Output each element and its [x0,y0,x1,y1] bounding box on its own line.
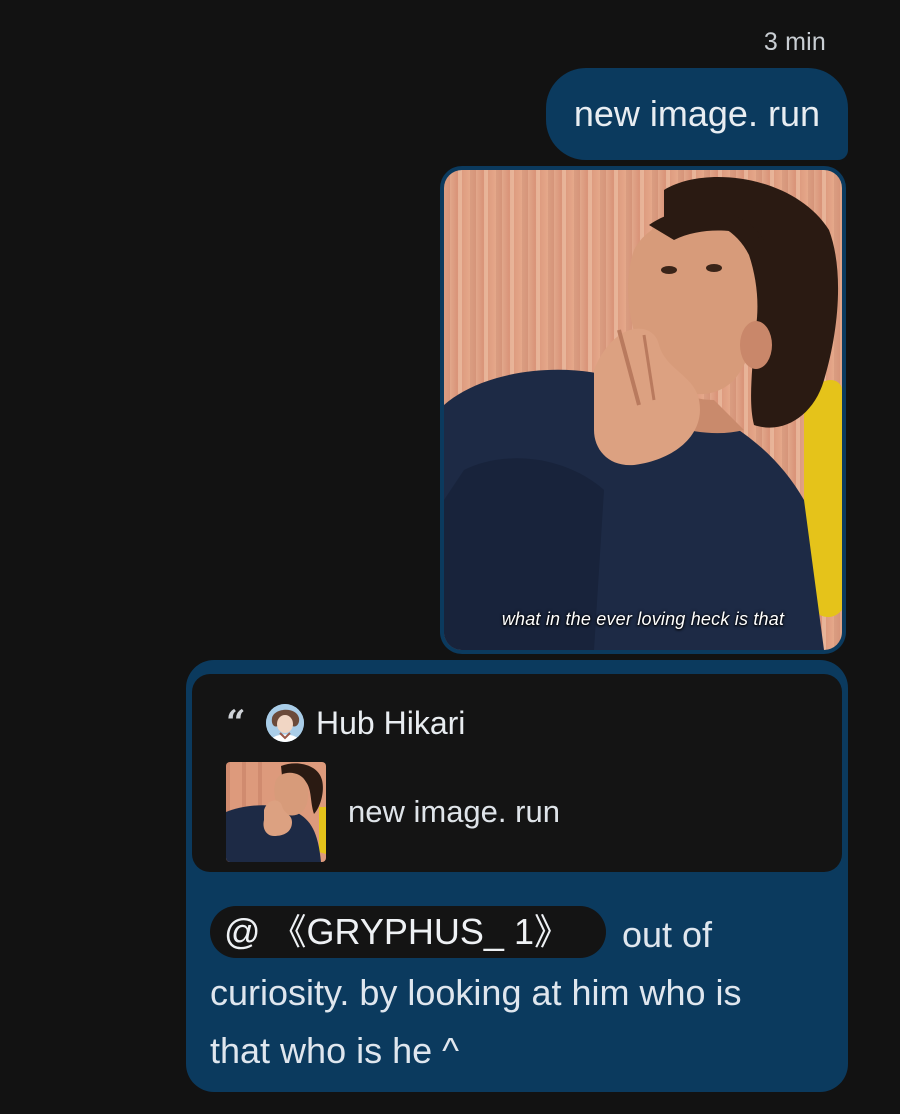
quoted-message-text: new image. run [348,794,560,829]
sent-image-bubble[interactable]: what in the ever loving heck is that [440,166,846,654]
reply-text-line-3: that who is he ^ [210,1030,460,1071]
meme-caption: what in the ever loving heck is that [501,609,785,629]
message-text: new image. run [573,93,820,134]
reply-message-bubble[interactable]: “ Hub Hikari new image. run @ 《GRYPHUS_ … [186,660,848,1092]
chat-thread: 3 min new image. run what in the ever lo… [0,0,900,1114]
quote-icon: “ [226,703,246,743]
quoted-image-thumbnail [226,762,326,862]
user-mention-chip[interactable]: @ 《GRYPHUS_ 1》 [210,906,606,958]
avatar [266,704,304,742]
meme-image[interactable]: what in the ever loving heck is that [444,170,842,650]
sent-message-bubble[interactable]: new image. run [545,68,848,160]
message-timestamp: 3 min [763,28,826,56]
quoted-message[interactable]: “ Hub Hikari new image. run [192,674,842,872]
quoted-author-name: Hub Hikari [316,705,466,741]
reply-text: @ 《GRYPHUS_ 1》 out of curiosity. by looki… [210,906,810,1080]
reply-text-line-1: out of [621,914,713,955]
reply-text-line-2: curiosity. by looking at him who is [210,972,742,1013]
